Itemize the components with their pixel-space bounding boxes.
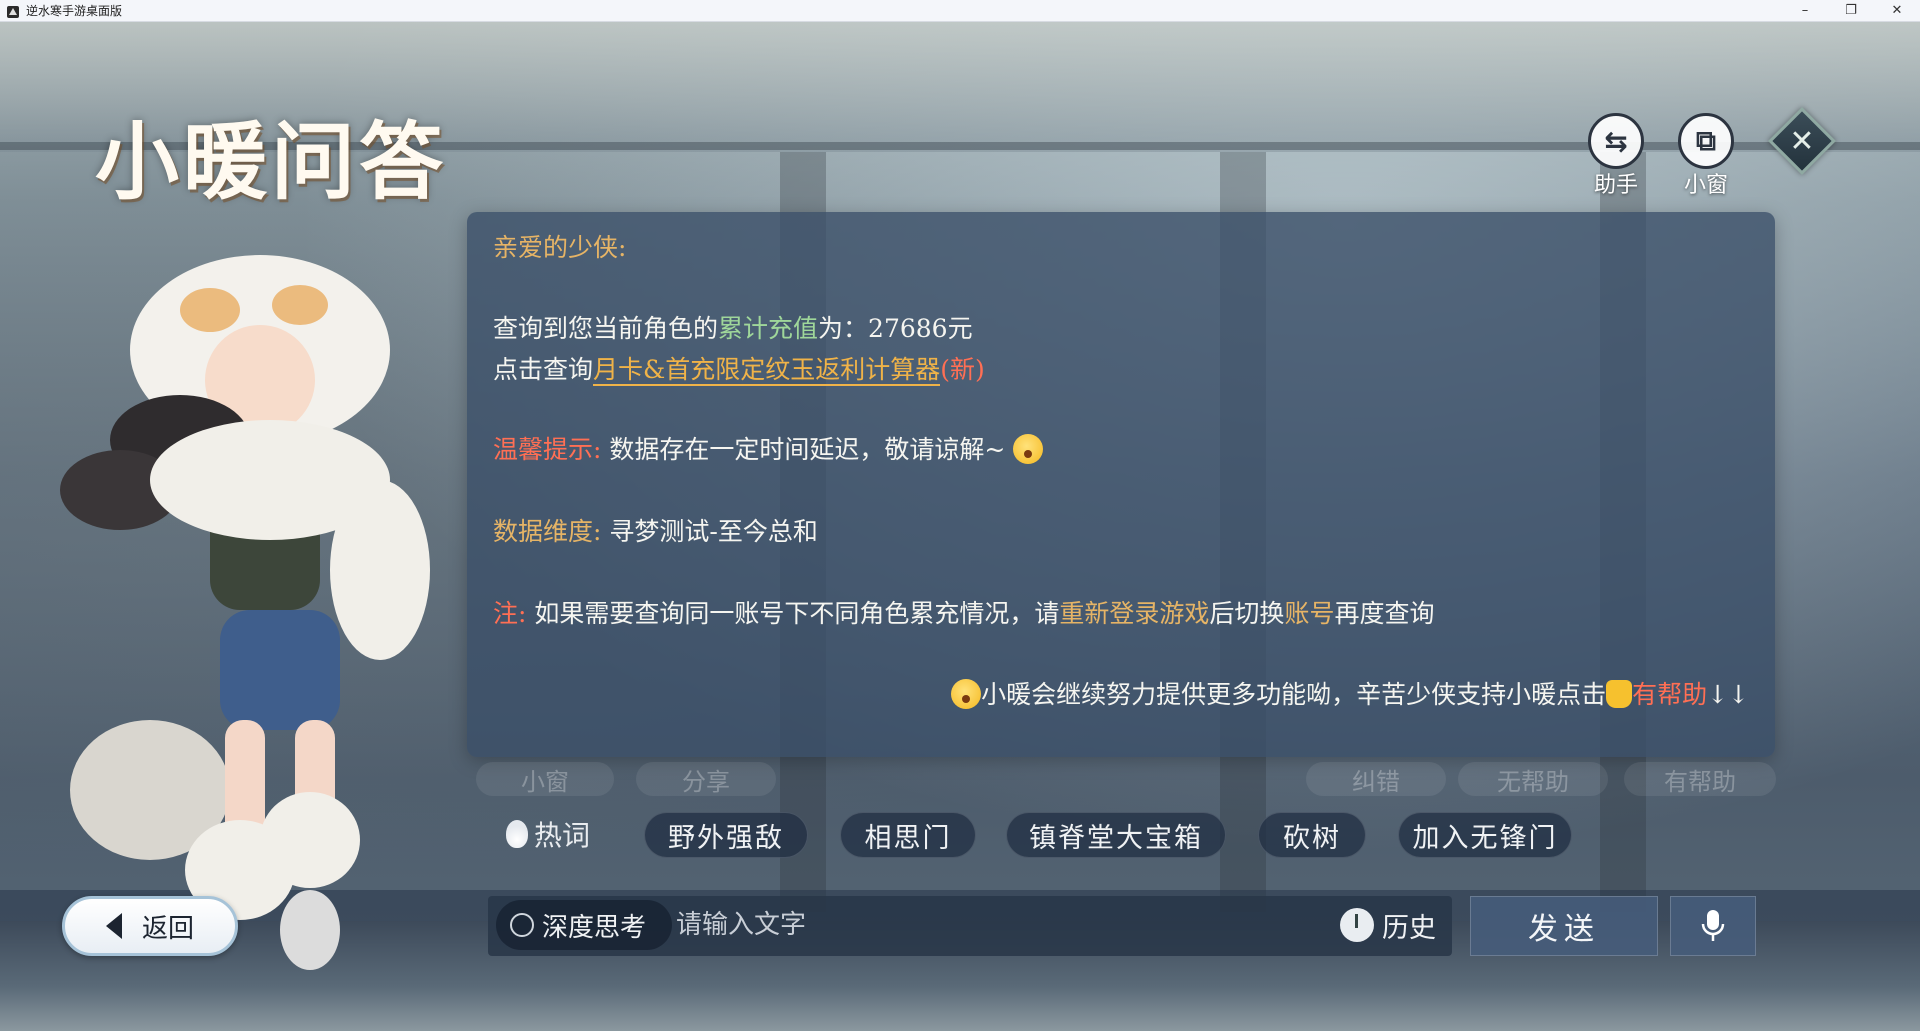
calculator-line: 点击查询月卡&首充限定纹玉返利计算器(新) bbox=[493, 350, 985, 386]
helpful-label: 有帮助 bbox=[1664, 767, 1736, 796]
footer-helpful-text: 有帮助 bbox=[1632, 680, 1708, 709]
thumbs-up-icon bbox=[1606, 680, 1633, 708]
flame-icon bbox=[506, 820, 528, 848]
calculator-link[interactable]: 月卡&首充限定纹玉返利计算器 bbox=[593, 355, 941, 386]
hot-words-label: 热词 bbox=[506, 814, 590, 854]
character-illustration bbox=[60, 255, 430, 970]
not-helpful-label: 无帮助 bbox=[1497, 767, 1569, 796]
close-icon: ✕ bbox=[1789, 123, 1815, 159]
microphone-button[interactable] bbox=[1670, 896, 1756, 956]
note-text-3: 再度查询 bbox=[1334, 599, 1435, 628]
mini-window-feedback-label: 小窗 bbox=[521, 767, 569, 796]
note-text-1: 如果需要查询同一账号下不同角色累充情况，请 bbox=[534, 599, 1060, 628]
hot-word-chip[interactable]: 砍树 bbox=[1258, 812, 1366, 858]
recharge-value: 27686元 bbox=[868, 314, 973, 343]
recharge-prefix: 查询到您当前角色的 bbox=[493, 314, 719, 343]
history-label: 历史 bbox=[1382, 912, 1436, 944]
footer-text: 小暖会继续努力提供更多功能呦，辛苦少侠支持小暖点击 bbox=[981, 680, 1607, 709]
swap-arrows-icon: ⇆ bbox=[1588, 113, 1644, 169]
dimension-text: 寻梦测试-至今总和 bbox=[609, 517, 818, 546]
deep-think-label: 深度思考 bbox=[542, 912, 647, 943]
deep-think-toggle[interactable]: 深度思考 bbox=[496, 900, 672, 950]
recharge-mid: 为： bbox=[818, 314, 869, 343]
mini-window-feedback-button[interactable]: 小窗 bbox=[476, 762, 614, 796]
report-error-button[interactable]: 纠错 bbox=[1306, 762, 1446, 796]
page-title-logo: 小暖问答 bbox=[95, 112, 448, 211]
footer-arrows: ↓↓ bbox=[1707, 680, 1749, 709]
radio-circle-icon bbox=[510, 913, 534, 937]
note-account-highlight: 账号 bbox=[1284, 599, 1335, 628]
footer-line: 小暖会继续努力提供更多功能呦，辛苦少侠支持小暖点击 有帮助↓↓ bbox=[951, 675, 1749, 711]
share-button[interactable]: 分享 bbox=[636, 762, 776, 796]
note-line: 注: 如果需要查询同一账号下不同角色累充情况，请重新登录游戏后切换账号再度查询 bbox=[493, 594, 1434, 630]
window-title: 逆水寒手游桌面版 bbox=[26, 4, 123, 18]
blush-emoji-icon bbox=[951, 679, 982, 709]
calculator-prefix: 点击查询 bbox=[493, 355, 594, 384]
window-titlebar: 逆水寒手游桌面版 – ❐ ✕ bbox=[0, 0, 1920, 22]
answer-panel: 亲爱的少侠: 查询到您当前角色的累计充值为：27686元 点击查询月卡&首充限定… bbox=[467, 212, 1775, 757]
minimize-button[interactable]: – bbox=[1782, 0, 1828, 22]
hot-word-chip[interactable]: 野外强敌 bbox=[644, 812, 808, 858]
mini-window-label: 小窗 bbox=[1683, 173, 1728, 198]
window-controls: – ❐ ✕ bbox=[1782, 0, 1920, 22]
dimension-label: 数据维度: bbox=[493, 517, 602, 546]
dimension-line: 数据维度: 寻梦测试-至今总和 bbox=[493, 512, 818, 548]
back-label: 返回 bbox=[141, 913, 194, 944]
hot-words-text: 热词 bbox=[534, 819, 591, 852]
greeting-text: 亲爱的少侠: bbox=[493, 233, 627, 262]
question-input[interactable] bbox=[676, 900, 1316, 950]
blush-emoji-icon bbox=[1013, 434, 1044, 464]
recharge-line: 查询到您当前角色的累计充值为：27686元 bbox=[493, 309, 973, 345]
send-label: 发送 bbox=[1528, 912, 1600, 947]
assistant-label: 助手 bbox=[1593, 173, 1638, 198]
back-arrow-icon bbox=[105, 913, 122, 939]
mini-window-icon: ⧉ bbox=[1678, 113, 1734, 169]
tip-line: 温馨提示: 数据存在一定时间延迟，敬请谅解~ bbox=[493, 430, 1044, 466]
share-label: 分享 bbox=[682, 767, 730, 796]
report-error-label: 纠错 bbox=[1352, 767, 1400, 796]
app-icon bbox=[6, 4, 20, 18]
close-window-button[interactable]: ✕ bbox=[1874, 0, 1920, 22]
assistant-button[interactable]: ⇆ 助手 bbox=[1588, 113, 1644, 199]
hot-word-chip[interactable]: 相思门 bbox=[840, 812, 976, 858]
recharge-highlight: 累计充值 bbox=[718, 314, 819, 343]
history-button[interactable]: 历史 bbox=[1340, 900, 1436, 950]
back-button[interactable]: 返回 bbox=[62, 896, 238, 956]
tip-label: 温馨提示: bbox=[493, 435, 602, 464]
clock-icon bbox=[1340, 908, 1374, 942]
hot-word-chip[interactable]: 镇脊堂大宝箱 bbox=[1006, 812, 1226, 858]
calculator-new-badge: (新) bbox=[940, 355, 985, 384]
note-text-2: 后切换 bbox=[1209, 599, 1285, 628]
not-helpful-button[interactable]: 无帮助 bbox=[1458, 762, 1608, 796]
tip-text: 数据存在一定时间延迟，敬请谅解~ bbox=[609, 435, 1006, 464]
note-label: 注: bbox=[493, 599, 527, 628]
send-button[interactable]: 发送 bbox=[1470, 896, 1658, 956]
maximize-button[interactable]: ❐ bbox=[1828, 0, 1874, 22]
hot-word-chip[interactable]: 加入无锋门 bbox=[1398, 812, 1572, 858]
mini-window-button[interactable]: ⧉ 小窗 bbox=[1678, 113, 1734, 199]
microphone-icon bbox=[1701, 910, 1725, 941]
note-relogin-highlight: 重新登录游戏 bbox=[1059, 599, 1210, 628]
helpful-button[interactable]: 有帮助 bbox=[1624, 762, 1776, 796]
